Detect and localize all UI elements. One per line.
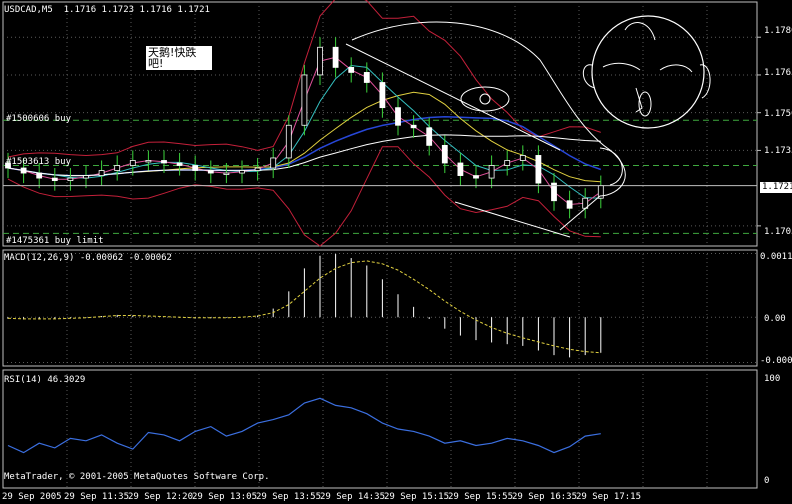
footer-copyright: MetaTrader, © 2001-2005 MetaQuotes Softw…	[4, 472, 270, 482]
current-price-label: 1.1721	[760, 182, 792, 193]
candle-body	[161, 160, 167, 164]
candle-body	[301, 74, 308, 126]
candle-body	[223, 172, 230, 175]
candle-body	[473, 175, 479, 179]
macd-pane-frame	[2, 249, 758, 367]
candle-body	[332, 46, 339, 68]
order-label-2[interactable]: #1503613 buy	[6, 157, 71, 167]
face-doodle-features	[602, 22, 693, 113]
candle-body	[317, 46, 323, 76]
candle-body	[239, 170, 245, 174]
candle-body	[20, 167, 27, 174]
candle-body	[488, 165, 495, 179]
candle-body	[566, 200, 573, 209]
rsi-pane-frame	[2, 369, 758, 489]
candle-body	[83, 175, 89, 179]
candle-body	[395, 107, 401, 126]
price-tick-1: 1.1780	[764, 26, 792, 36]
time-tick-9: 29 Sep 16:35	[512, 492, 578, 502]
price-tick-2: 1.1765	[764, 68, 792, 78]
candle-body	[426, 127, 433, 146]
candle-body	[410, 124, 417, 129]
candle-body	[207, 170, 214, 174]
rsi-tick-1: 100	[764, 374, 781, 384]
price-tick-5: 1.1705	[764, 227, 792, 237]
candle-body	[363, 72, 370, 83]
candle-body	[504, 160, 511, 166]
time-tick-8: 29 Sep 15:55	[448, 492, 514, 502]
candle-body	[176, 162, 183, 166]
candle-body	[379, 82, 386, 109]
time-tick-10: 29 Sep 17:15	[576, 492, 642, 502]
candle-body	[192, 165, 199, 171]
order-label-1[interactable]: #1500606 buy	[6, 114, 71, 124]
candle-body	[129, 160, 136, 166]
candle-body	[254, 167, 261, 171]
time-tick-4: 29 Sep 13:05	[192, 492, 258, 502]
eye-doodle-pupil	[479, 93, 491, 105]
main-pane-frame	[2, 1, 758, 247]
candle-body	[36, 172, 43, 179]
macd-tick-2: 0.00	[764, 314, 786, 324]
candle-body	[348, 67, 355, 73]
candle-body	[67, 177, 74, 181]
annotation-note: 天鹅!快跌吧!	[146, 46, 212, 70]
rsi-tick-2: 0	[764, 476, 770, 486]
candle-body	[519, 155, 526, 161]
candle-body	[51, 177, 58, 181]
candle-body	[98, 170, 105, 176]
candle-body	[441, 144, 448, 164]
chart-title: USDCAD,M5 1.1716 1.1723 1.1716 1.1721	[4, 5, 210, 15]
candle-body	[270, 157, 277, 169]
time-tick-2: 29 Sep 11:35	[64, 492, 130, 502]
order-label-3[interactable]: #1475361 buy limit	[6, 236, 104, 246]
macd-tick-3: -0.00079	[760, 356, 792, 366]
face-doodle	[591, 15, 705, 129]
candle-body	[457, 162, 464, 176]
candle-body	[114, 165, 121, 171]
time-tick-3: 29 Sep 12:20	[128, 492, 194, 502]
candle-body	[285, 124, 292, 159]
price-tick-4: 1.1735	[764, 146, 792, 156]
time-tick-1: 29 Sep 2005	[2, 492, 62, 502]
candle-body	[145, 160, 152, 163]
price-tick-3: 1.1750	[764, 109, 792, 119]
macd-tick-1: 0.00111	[760, 252, 792, 262]
candle-body	[535, 155, 542, 184]
rsi-title: RSI(14) 46.3029	[4, 375, 86, 385]
macd-title: MACD(12,26,9) -0.00062 -0.00062	[4, 253, 172, 263]
time-tick-5: 29 Sep 13:55	[256, 492, 322, 502]
time-tick-6: 29 Sep 14:35	[320, 492, 386, 502]
time-tick-7: 29 Sep 15:15	[384, 492, 450, 502]
rsi-line	[7, 397, 601, 454]
chart-canvas[interactable]	[0, 0, 792, 504]
